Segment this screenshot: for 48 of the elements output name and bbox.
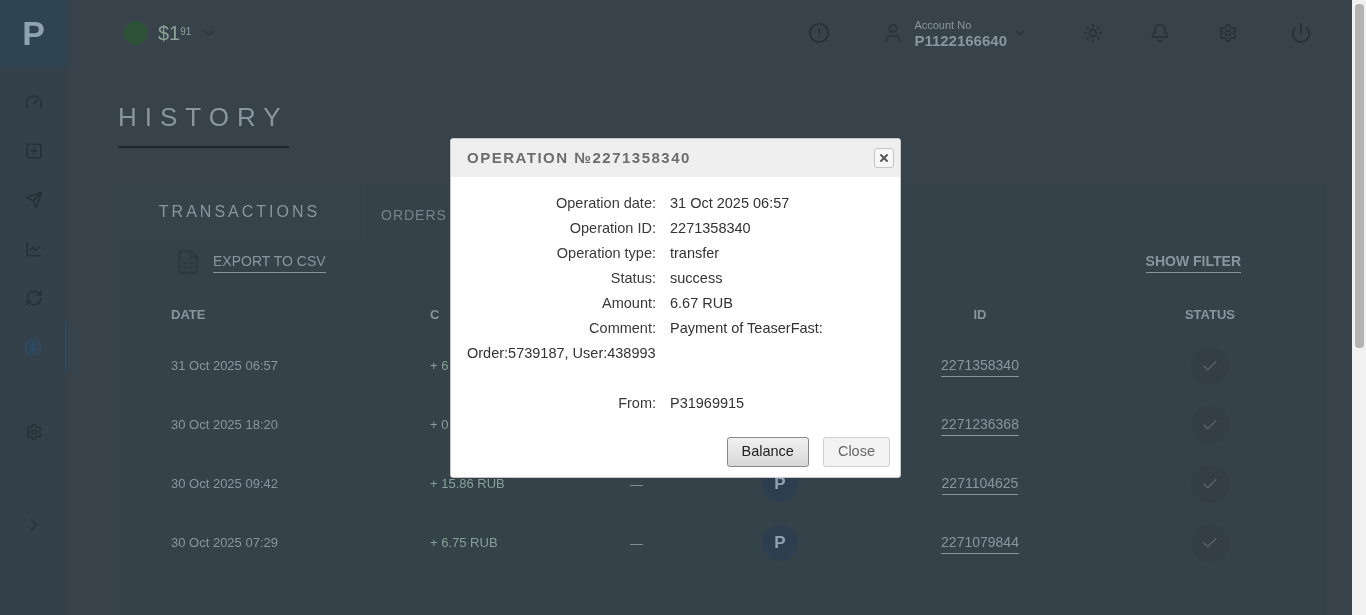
field-value: transfer	[670, 244, 720, 263]
column-header: ID	[973, 307, 987, 322]
field-label: Amount:	[601, 294, 656, 313]
close-icon	[878, 152, 890, 164]
column-header: STATUS	[1184, 307, 1236, 322]
field-label: From:	[617, 394, 656, 413]
amount-cell-text: + 6	[430, 356, 450, 375]
comment-cell: —	[630, 535, 643, 551]
field-value: 2271358340	[670, 219, 751, 238]
logo[interactable]: P	[0, 0, 68, 66]
date-cell-text: 31 Oct 2025 06:57	[171, 356, 279, 375]
balance-button[interactable]: Balance	[726, 437, 809, 467]
amount-cell-text: + 6.75 RUB	[430, 533, 499, 552]
field-value: 6.67 RUB	[670, 294, 733, 313]
balance-amount[interactable]: $1$^{91}$	[158, 18, 192, 48]
amount-cell-text: + 15.86 RUB	[430, 474, 506, 493]
field-label: Status:	[609, 269, 656, 288]
operation-id-link[interactable]: 2271079844	[941, 531, 1019, 554]
field-value: P31969915	[670, 394, 745, 413]
column-header: C	[430, 307, 440, 322]
coin-icon	[23, 337, 42, 356]
dialog-title: OPERATION №2271358340	[467, 147, 691, 168]
close-button[interactable]	[874, 148, 894, 168]
page-title: HISTORY	[118, 102, 289, 148]
comment-cell: —	[630, 476, 643, 492]
operation-id-link[interactable]: 2271358340	[941, 354, 1019, 377]
avatar: P	[762, 524, 798, 561]
close-dialog-button[interactable]: Close	[822, 437, 890, 467]
column-header: DATE	[171, 307, 206, 322]
account-number[interactable]: P1122166640	[914, 33, 1007, 49]
date-cell-text: 30 Oct 2025 07:29	[171, 533, 279, 552]
field-value: 31 Oct 2025 06:57	[670, 194, 790, 213]
date-cell-text: 30 Oct 2025 09:42	[171, 474, 279, 493]
date-cell-text: 30 Oct 2025 18:20	[171, 415, 279, 434]
field-label: Operation date:	[555, 194, 656, 213]
field-value: success	[670, 269, 723, 288]
field-label: Comment:	[588, 319, 656, 338]
operation-id-link[interactable]: 2271236368	[941, 413, 1019, 436]
amount-cell-text: + 0	[430, 415, 450, 434]
field-label: Operation ID:	[568, 219, 656, 238]
field-label: Operation type:	[555, 244, 656, 263]
field-value: Order:5739187, User:438993	[467, 345, 656, 361]
export-link[interactable]: EXPORT TO CSV	[213, 251, 326, 273]
account-label: Account No	[914, 18, 973, 33]
operation-id-link[interactable]: 2271104625	[941, 472, 1019, 495]
tab[interactable]: ORDERS	[361, 184, 447, 240]
filter-link[interactable]: SHOW FILTER	[1145, 251, 1241, 273]
field-value: Payment of TeaserFast:	[670, 319, 823, 338]
